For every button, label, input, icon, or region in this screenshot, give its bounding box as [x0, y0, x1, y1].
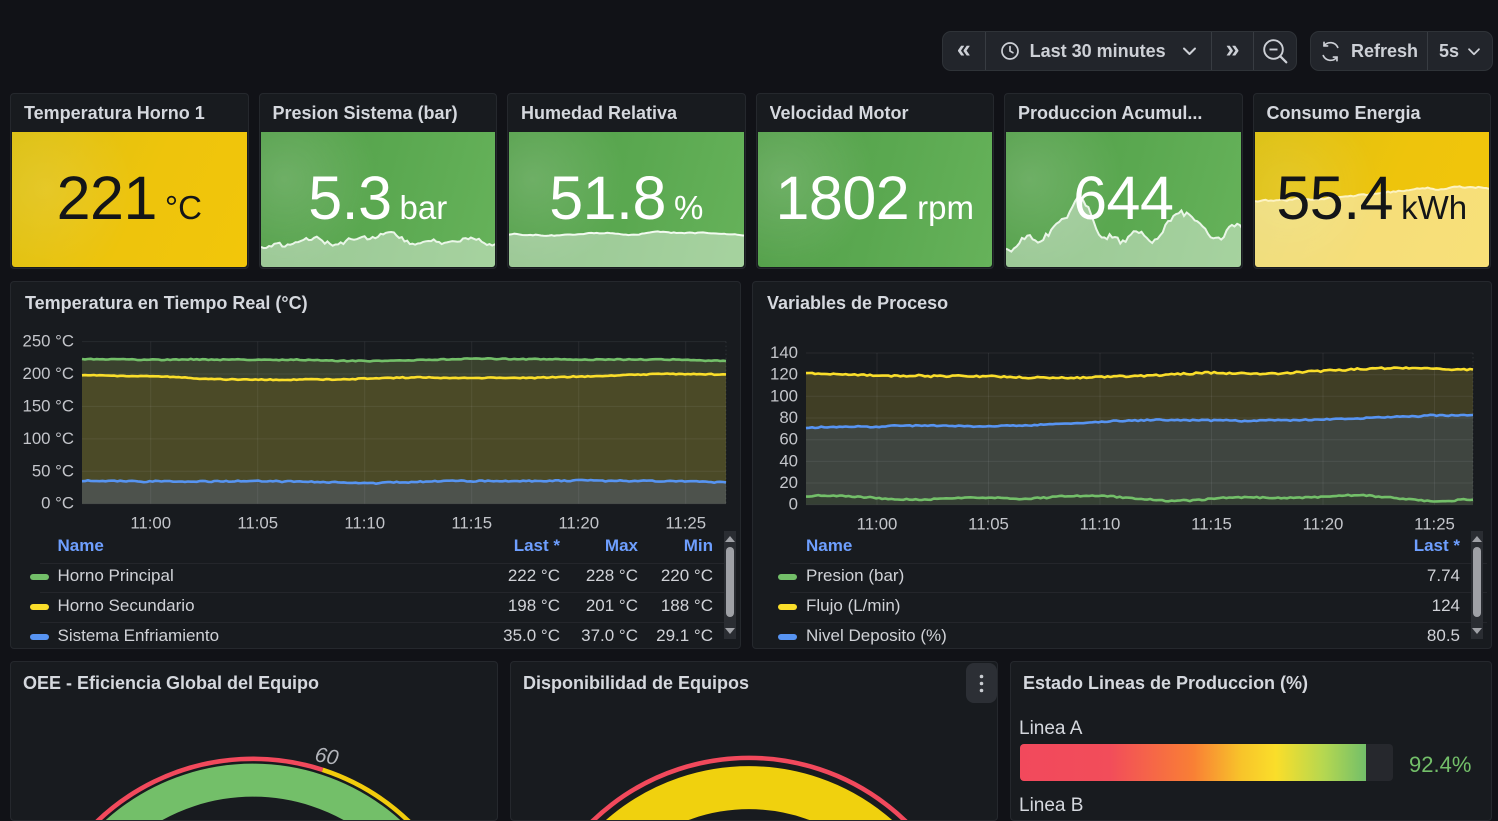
- svg-text:11:00: 11:00: [857, 515, 898, 534]
- svg-text:150 °C: 150 °C: [23, 396, 75, 415]
- svg-text:200 °C: 200 °C: [23, 364, 75, 383]
- svg-text:100: 100: [770, 386, 798, 405]
- svg-text:11:25: 11:25: [1414, 515, 1455, 534]
- svg-text:11:10: 11:10: [344, 514, 385, 533]
- svg-text:11:05: 11:05: [237, 514, 278, 533]
- svg-text:60: 60: [313, 743, 340, 770]
- svg-text:11:25: 11:25: [665, 514, 706, 533]
- svg-text:11:00: 11:00: [130, 514, 171, 533]
- svg-text:11:05: 11:05: [968, 515, 1009, 534]
- svg-text:40: 40: [779, 451, 798, 470]
- svg-text:100 °C: 100 °C: [23, 429, 75, 448]
- svg-text:11:15: 11:15: [451, 514, 492, 533]
- svg-text:0 °C: 0 °C: [41, 494, 74, 513]
- svg-text:11:20: 11:20: [558, 514, 599, 533]
- svg-text:20: 20: [779, 473, 798, 492]
- svg-text:0: 0: [789, 495, 798, 514]
- svg-text:250 °C: 250 °C: [23, 332, 75, 351]
- svg-text:50 °C: 50 °C: [32, 461, 74, 480]
- svg-text:11:10: 11:10: [1080, 515, 1121, 534]
- svg-text:140: 140: [770, 343, 798, 362]
- svg-text:80: 80: [779, 408, 798, 427]
- svg-text:60: 60: [779, 430, 798, 449]
- svg-text:120: 120: [770, 365, 798, 384]
- svg-text:11:15: 11:15: [1191, 515, 1232, 534]
- svg-text:11:20: 11:20: [1303, 515, 1344, 534]
